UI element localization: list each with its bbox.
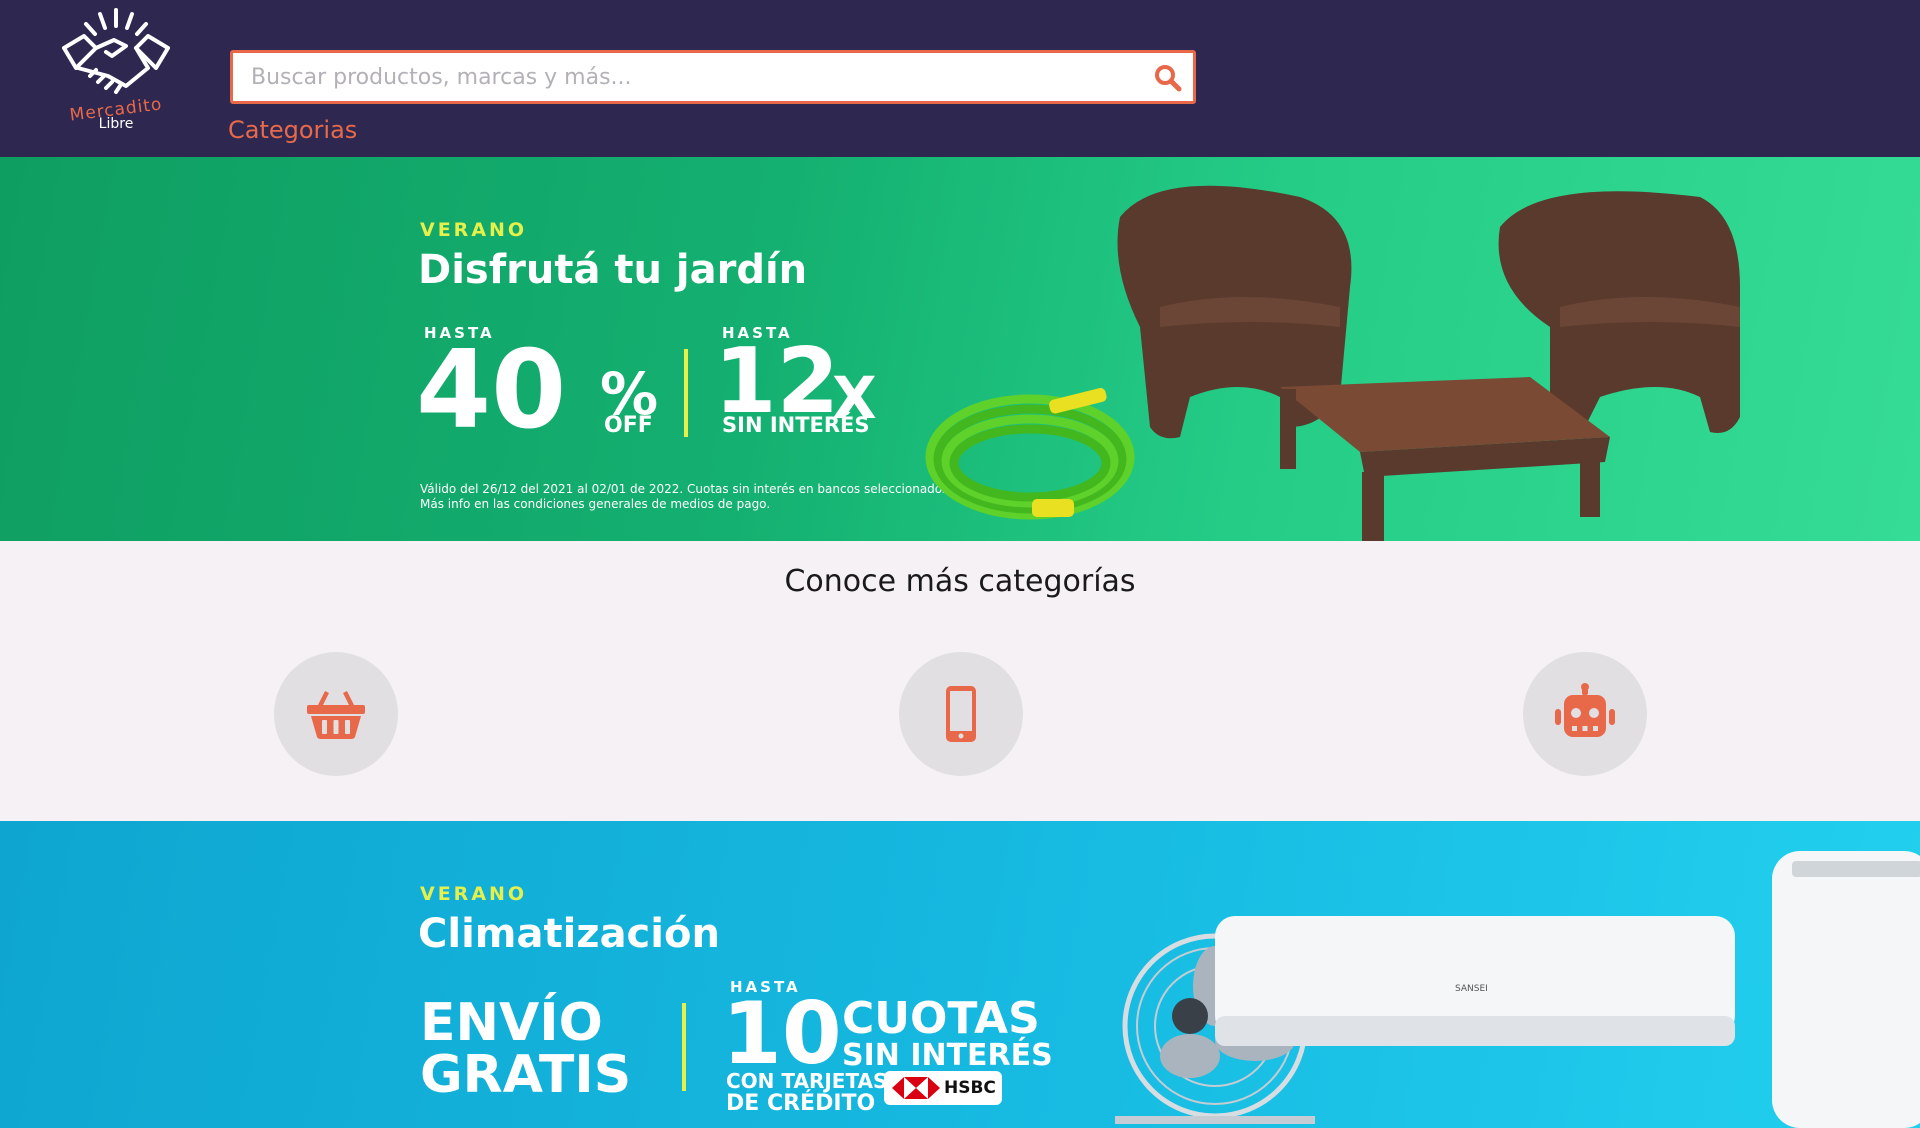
banner-legal-line2: Más info en las condiciones generales de… [420, 497, 771, 511]
nav-categories-link[interactable]: Categorias [228, 116, 357, 144]
search-input[interactable] [251, 60, 1141, 94]
promo-banner-garden[interactable]: VERANO Disfrutá tu jardín HASTA 40 % OFF… [0, 157, 1920, 541]
banner-separator [684, 349, 688, 437]
banner2-kicker: VERANO [420, 883, 528, 905]
portable-air-conditioner-image [1772, 851, 1920, 1128]
handshake-icon [62, 8, 170, 94]
search-button[interactable] [1153, 63, 1183, 93]
banner2-title: Climatización [418, 911, 720, 957]
air-conditioner-image: SANSEI [1215, 916, 1735, 1046]
banner2-shipping-line1: ENVÍO [420, 993, 603, 1053]
garden-furniture-image [1117, 185, 1740, 541]
banner-kicker: VERANO [420, 219, 528, 241]
bank-badge: HSBC [884, 1071, 1002, 1105]
banner2-installments-line1: CUOTAS [842, 993, 1040, 1044]
search-bar [230, 50, 1196, 104]
banner-discount-off: OFF [604, 413, 653, 438]
category-phones[interactable] [899, 652, 1023, 776]
banner2-card-line2: DE CRÉDITO [726, 1091, 876, 1116]
category-technology[interactable] [1523, 652, 1647, 776]
categories-heading: Conoce más categorías [784, 564, 1136, 599]
bank-name: HSBC [944, 1078, 996, 1098]
banner2-installments-line2: SIN INTERÉS [842, 1038, 1053, 1073]
hsbc-logo-icon [892, 1077, 940, 1099]
brand-name-line2: Libre [98, 116, 134, 132]
site-header: Mercadito Libre Categorias [0, 0, 1920, 157]
basket-icon [307, 691, 365, 739]
banner2-separator [682, 1003, 686, 1091]
robot-icon [1555, 683, 1615, 737]
banner2-card-line1: CON TARJETAS [726, 1069, 888, 1093]
mobile-phone-icon [946, 686, 976, 742]
banner-title: Disfrutá tu jardín [418, 247, 808, 293]
category-supermarket[interactable] [274, 652, 398, 776]
banner-discount-value: 40 [416, 328, 567, 453]
banner2-installments-value: 10 [722, 984, 842, 1084]
banner-installments-note: SIN INTERÉS [722, 413, 870, 437]
banner-legal-line1: Válido del 26/12 del 2021 al 02/01 de 20… [420, 482, 953, 496]
promo-banner-climate[interactable]: VERANO Climatización ENVÍO GRATIS HASTA … [0, 821, 1920, 1128]
search-icon [1155, 65, 1182, 92]
ac-brand: SANSEI [1455, 984, 1488, 994]
banner2-shipping-line2: GRATIS [420, 1045, 632, 1105]
